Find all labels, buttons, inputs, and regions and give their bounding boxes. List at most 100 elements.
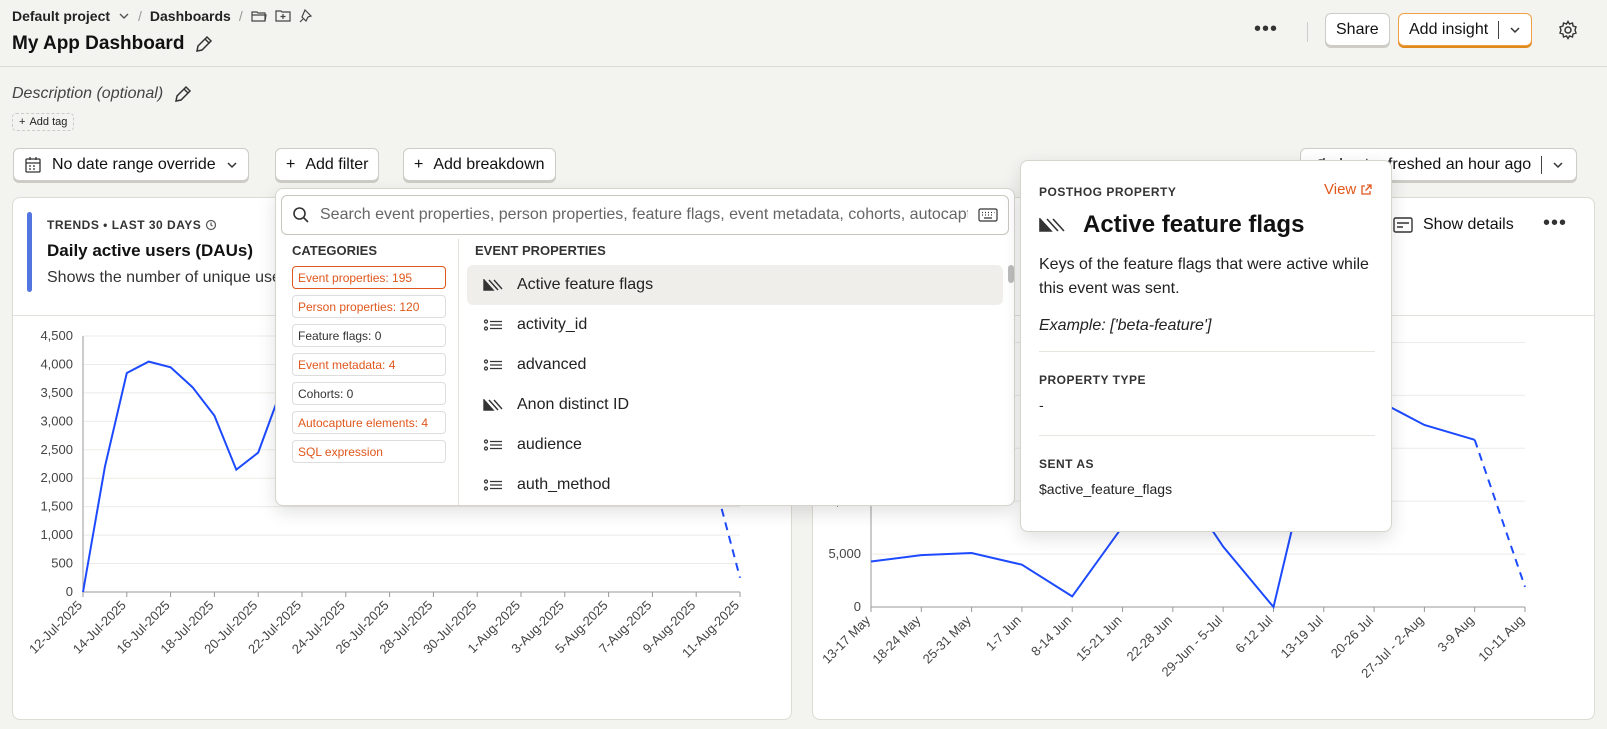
x-tick-label: 1-7 Jun — [983, 613, 1024, 654]
property-label: Active feature flags — [517, 276, 654, 293]
property-label: Anon distinct ID — [517, 396, 630, 413]
property-label: audience — [517, 436, 582, 453]
keyboard-icon[interactable] — [978, 208, 998, 222]
page-title: My App Dashboard — [12, 33, 214, 55]
dashboard-name: My App Dashboard — [12, 33, 185, 54]
more-options-icon[interactable]: ••• — [1543, 212, 1567, 235]
x-tick-label: 3-9 Aug — [1435, 613, 1477, 655]
list-icon — [483, 359, 502, 371]
folder-add-icon[interactable] — [275, 9, 291, 23]
card-kicker: TRENDS • LAST 30 DAYS — [47, 218, 217, 232]
description-field[interactable]: Description (optional) — [12, 84, 193, 104]
divider — [1541, 155, 1543, 174]
y-tick-label: 5,000 — [828, 546, 861, 561]
pencil-icon[interactable] — [194, 34, 214, 54]
add-breakdown-button[interactable]: + Add breakdown — [403, 148, 556, 181]
info-divider — [1039, 435, 1375, 436]
y-tick-label: 2,000 — [40, 470, 73, 485]
property-item[interactable]: audience — [467, 425, 1003, 465]
x-tick-label: 8-14 Jun — [1028, 613, 1074, 659]
info-divider — [1039, 351, 1375, 352]
categories-list: Event properties: 195 Person properties: … — [292, 266, 446, 463]
card-title[interactable]: Daily active users (DAUs) — [47, 241, 253, 261]
series-line-incomplete — [717, 495, 741, 579]
chevron-down-icon — [227, 161, 237, 168]
category-item[interactable]: Feature flags: 0 — [292, 324, 446, 347]
y-tick-label: 1,000 — [40, 527, 73, 542]
date-range-label: No date range override — [52, 155, 216, 173]
property-label: activity_id — [517, 316, 588, 333]
more-options-icon[interactable]: ••• — [1254, 18, 1278, 41]
property-search-input[interactable] — [320, 206, 968, 224]
feature-flag-icon — [1039, 218, 1065, 232]
breadcrumb-separator: / — [138, 8, 142, 24]
add-insight-button[interactable]: Add insight — [1398, 13, 1533, 46]
property-item[interactable]: activity_id — [467, 305, 1003, 345]
pencil-icon[interactable] — [173, 84, 193, 104]
category-item[interactable]: Event metadata: 4 — [292, 353, 446, 376]
add-breakdown-label: Add breakdown — [433, 155, 545, 173]
chevron-down-icon[interactable] — [1509, 24, 1521, 36]
add-filter-button[interactable]: + Add filter — [275, 148, 380, 181]
show-details-label: Show details — [1423, 216, 1514, 233]
view-link[interactable]: View — [1324, 181, 1372, 198]
y-tick-label: 4,500 — [40, 328, 73, 343]
category-item[interactable]: Cohorts: 0 — [292, 382, 446, 405]
breadcrumb-dashboards[interactable]: Dashboards — [150, 8, 231, 24]
chevron-down-icon[interactable] — [1552, 159, 1564, 171]
breadcrumb-project[interactable]: Default project — [12, 8, 110, 24]
chevron-down-icon[interactable] — [118, 10, 130, 22]
info-title-text: Active feature flags — [1083, 211, 1305, 238]
categories-heading: CATEGORIES — [292, 243, 377, 258]
y-tick-label: 4,000 — [40, 356, 73, 371]
add-insight-label: Add insight — [1409, 20, 1489, 38]
y-tick-label: 0 — [66, 584, 73, 599]
category-item[interactable]: SQL expression — [292, 440, 446, 463]
y-tick-label: 3,000 — [40, 413, 73, 428]
y-tick-label: 0 — [854, 599, 861, 614]
property-item[interactable]: advanced — [467, 345, 1003, 385]
plus-icon: + — [286, 155, 296, 173]
y-tick-label: 2,500 — [40, 442, 73, 457]
add-tag-button[interactable]: + Add tag — [12, 113, 75, 131]
info-description: Keys of the feature flags that were acti… — [1039, 256, 1369, 297]
clock-icon — [206, 219, 217, 231]
plus-icon: + — [19, 116, 26, 128]
x-tick-label: 13-19 Jul — [1277, 612, 1326, 661]
property-filter-popover: CATEGORIES Event properties: 195 Person p… — [275, 188, 1015, 506]
category-item[interactable]: Autocapture elements: 4 — [292, 411, 446, 434]
x-tick-label: 6-12 Jul — [1232, 612, 1275, 655]
search-icon — [293, 207, 309, 223]
property-item[interactable]: auth_method — [467, 465, 1003, 505]
property-type-value: - — [1039, 397, 1044, 413]
category-item[interactable]: Person properties: 120 — [292, 295, 446, 318]
x-tick-label: 18-24 May — [869, 612, 923, 666]
property-search-box[interactable] — [281, 195, 1009, 235]
category-item[interactable]: Event properties: 195 — [292, 266, 446, 289]
date-range-button[interactable]: No date range override — [13, 148, 249, 181]
folder-open-icon[interactable] — [251, 9, 267, 23]
y-tick-label: 3,500 — [40, 385, 73, 400]
property-type-heading: PROPERTY TYPE — [1039, 373, 1146, 387]
feature-flag-icon — [483, 399, 503, 411]
property-info-panel: POSTHOG PROPERTY View Active feature fla… — [1020, 160, 1392, 532]
calendar-icon — [25, 156, 41, 173]
column-divider — [458, 239, 459, 505]
series-line-incomplete — [1473, 439, 1526, 588]
share-button[interactable]: Share — [1325, 13, 1390, 46]
card-accent-bar — [27, 212, 32, 292]
scrollbar[interactable] — [1008, 265, 1014, 283]
pin-icon[interactable] — [299, 9, 315, 23]
info-example: Example: ['beta-feature'] — [1039, 317, 1212, 334]
property-item[interactable]: Active feature flags — [467, 265, 1003, 305]
properties-heading: EVENT PROPERTIES — [475, 243, 606, 258]
x-tick-label: 25-31 May — [920, 612, 974, 666]
show-details-button[interactable]: Show details — [1393, 216, 1514, 234]
gear-icon[interactable] — [1558, 20, 1578, 40]
property-item[interactable]: Anon distinct ID — [467, 385, 1003, 425]
breadcrumb: Default project / Dashboards / — [12, 8, 315, 24]
property-label: advanced — [517, 356, 587, 373]
x-tick-label: 15-21 Jun — [1073, 613, 1124, 664]
view-label: View — [1324, 181, 1357, 198]
divider — [1498, 20, 1500, 39]
